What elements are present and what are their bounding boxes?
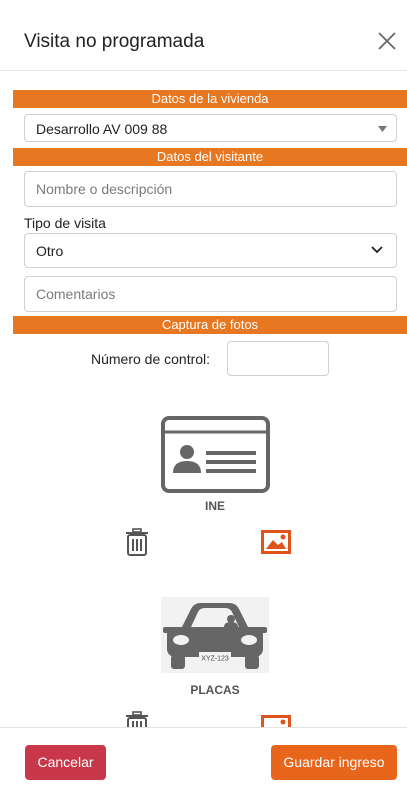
car-icon[interactable]: XYZ-123: [161, 597, 269, 673]
chevron-down-icon: [371, 246, 383, 254]
control-number-input[interactable]: [227, 341, 329, 376]
control-number-label: Número de control:: [91, 351, 211, 367]
tipo-visita-label: Tipo de visita: [24, 215, 106, 231]
caret-down-icon: [378, 126, 387, 132]
image-icon[interactable]: [261, 715, 291, 727]
vivienda-select-value: Desarrollo AV 009 88: [36, 121, 168, 137]
trash-icon[interactable]: [125, 711, 149, 727]
section-header-visitante: Datos del visitante: [13, 148, 407, 166]
visitor-name-input[interactable]: Nombre o descripción: [24, 171, 397, 207]
vivienda-select[interactable]: Desarrollo AV 009 88: [24, 114, 397, 142]
modal-dialog: Visita no programada Datos de la viviend…: [0, 0, 407, 791]
modal-header: Visita no programada: [0, 0, 407, 71]
visitor-name-placeholder: Nombre o descripción: [36, 181, 173, 197]
trash-icon[interactable]: [125, 528, 149, 556]
plate-text: XYZ-123: [201, 656, 229, 663]
section-header-fotos: Captura de fotos: [13, 316, 407, 334]
save-entry-button[interactable]: Guardar ingreso: [271, 745, 397, 780]
tipo-visita-value: Otro: [36, 243, 64, 259]
image-icon[interactable]: [261, 530, 291, 554]
section-header-vivienda: Datos de la vivienda: [13, 90, 407, 108]
tipo-visita-select[interactable]: Otro: [24, 233, 397, 268]
comments-input[interactable]: Comentarios: [24, 276, 397, 312]
modal-title: Visita no programada: [24, 31, 205, 52]
comments-placeholder: Comentarios: [36, 286, 116, 302]
cancel-button[interactable]: Cancelar: [25, 745, 106, 780]
ine-caption: INE: [204, 499, 225, 513]
id-card-icon[interactable]: [161, 416, 270, 493]
placas-caption: PLACAS: [190, 683, 240, 697]
close-icon[interactable]: [376, 30, 398, 52]
